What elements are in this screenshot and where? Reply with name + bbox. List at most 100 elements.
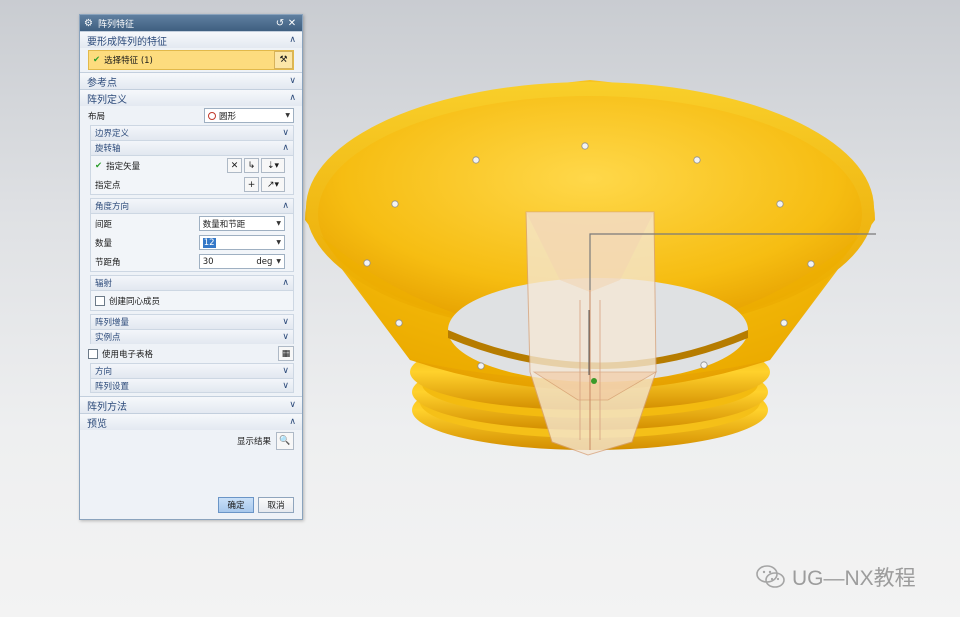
spreadsheet-row: 使用电子表格 ▦ <box>80 344 302 363</box>
chevron-up-icon: ∧ <box>289 93 296 103</box>
subsection-label: 阵列设置 <box>95 381 130 392</box>
cancel-button[interactable]: 取消 <box>258 497 294 513</box>
chevron-down-icon: ∨ <box>282 332 289 342</box>
layout-value: 圆形 <box>219 111 237 122</box>
subsection-label: 边界定义 <box>95 129 130 139</box>
specify-vector-label: 指定矢量 <box>106 161 141 172</box>
subsection-radiate[interactable]: 辐射 ∧ <box>90 275 294 290</box>
subsection-label: 实例点 <box>95 333 121 343</box>
create-concentric-label: 创建同心成员 <box>109 296 161 307</box>
pitch-angle-input[interactable]: 30 deg ▼ <box>198 254 285 269</box>
show-result-row: 显示结果 🔍 <box>80 430 302 452</box>
point-dialog-icon[interactable]: + <box>244 177 259 192</box>
reverse-direction-icon[interactable]: ✕ <box>227 158 242 173</box>
chevron-down-icon: ∨ <box>282 317 289 327</box>
subsection-pattern-settings[interactable]: 阵列设置 ∨ <box>90 378 294 393</box>
magnifier-icon[interactable]: 🔍 <box>276 432 294 450</box>
watermark: UG—NX教程 <box>756 562 916 592</box>
chevron-down-icon: ▼ <box>285 112 290 119</box>
point-type-icon[interactable]: ↗▾ <box>261 177 285 192</box>
subsection-label: 旋转轴 <box>95 144 121 154</box>
section-pattern-definition[interactable]: 阵列定义 ∧ <box>80 89 302 106</box>
specify-point-row: 指定点 + ↗▾ <box>91 175 293 194</box>
dialog-title: 阵列特征 <box>97 19 134 30</box>
chevron-up-icon: ∧ <box>282 143 289 153</box>
subsection-instance-point[interactable]: 实例点 ∨ <box>90 329 294 344</box>
close-icon[interactable]: ✕ <box>286 18 298 29</box>
vector-type-icon[interactable]: ⇣▾ <box>261 158 285 173</box>
section-preview[interactable]: 预览 ∧ <box>80 413 302 430</box>
chevron-up-icon: ∧ <box>289 417 296 427</box>
section-label: 阵列方法 <box>87 401 127 413</box>
select-feature-label: 选择特征 (1) <box>104 56 153 66</box>
chevron-down-icon: ▼ <box>276 258 281 265</box>
subsection-pattern-increment[interactable]: 阵列增量 ∨ <box>90 314 294 329</box>
section-label: 预览 <box>87 418 107 430</box>
reset-icon[interactable]: ↺ <box>274 18 286 29</box>
circle-icon <box>208 111 216 120</box>
checkmark-icon: ✔ <box>95 160 103 171</box>
subsection-boundary-definition[interactable]: 边界定义 ∨ <box>90 125 294 140</box>
chevron-down-icon: ∨ <box>282 128 289 138</box>
chevron-down-icon: ▼ <box>276 239 281 246</box>
subsection-label: 辐射 <box>95 279 113 289</box>
subsection-label: 阵列增量 <box>95 318 130 328</box>
chevron-down-icon: ∨ <box>289 400 296 410</box>
chevron-up-icon: ∧ <box>282 201 289 211</box>
pitch-angle-label: 节距角 <box>95 257 121 268</box>
layout-row: 布局 圆形 ▼ <box>80 106 302 125</box>
chevron-up-icon: ∧ <box>282 278 289 288</box>
wechat-icon <box>756 565 785 588</box>
chevron-down-icon: ∨ <box>282 380 289 391</box>
rotation-axis-group: ✔ 指定矢量 ✕ ↳ ⇣▾ 指定点 + ↗▾ <box>90 155 294 195</box>
angle-direction-group: 间距 数量和节距 ▼ 数量 12 ▼ 节距角 30 deg ▼ <box>90 213 294 272</box>
count-row: 数量 12 ▼ <box>91 233 293 252</box>
chevron-down-icon: ∨ <box>282 366 289 376</box>
select-feature-row[interactable]: ✔ 选择特征 (1) ⚒ <box>88 50 294 70</box>
spacing-label: 间距 <box>95 219 113 230</box>
pitch-angle-row: 节距角 30 deg ▼ <box>91 252 293 271</box>
vector-dialog-icon[interactable]: ↳ <box>244 158 259 173</box>
spacing-select[interactable]: 数量和节距 ▼ <box>198 216 285 231</box>
section-reference-point[interactable]: 参考点 ∨ <box>80 72 302 89</box>
chevron-up-icon: ∧ <box>289 35 296 45</box>
spacing-value: 数量和节距 <box>202 219 246 230</box>
spacing-row: 间距 数量和节距 ▼ <box>91 214 293 233</box>
checkmark-icon: ✔ <box>93 55 101 65</box>
subsection-orientation[interactable]: 方向 ∨ <box>90 363 294 378</box>
count-input[interactable]: 12 ▼ <box>198 235 285 250</box>
chevron-down-icon: ∨ <box>289 76 296 86</box>
subsection-label: 方向 <box>95 367 113 377</box>
concentric-row: 创建同心成员 <box>91 291 293 310</box>
count-label: 数量 <box>95 238 113 249</box>
specify-vector-row: ✔ 指定矢量 ✕ ↳ ⇣▾ <box>91 156 293 175</box>
subsection-rotation-axis[interactable]: 旋转轴 ∧ <box>90 140 294 155</box>
select-feature-icon[interactable]: ⚒ <box>274 51 293 69</box>
subsection-angle-direction[interactable]: 角度方向 ∧ <box>90 198 294 213</box>
pattern-feature-preview <box>525 211 658 456</box>
gear-icon: ⚙ <box>84 17 93 29</box>
dialog-title-bar[interactable]: ⚙ 阵列特征 ↺ ✕ <box>80 15 302 31</box>
specify-point-label: 指定点 <box>95 180 121 191</box>
pitch-angle-unit: deg <box>256 256 273 267</box>
radiate-group: 创建同心成员 <box>90 290 294 311</box>
section-pattern-method[interactable]: 阵列方法 ∨ <box>80 396 302 413</box>
pitch-angle-value: 30 <box>202 256 214 267</box>
layout-label: 布局 <box>88 111 106 122</box>
spreadsheet-icon[interactable]: ▦ <box>278 346 294 361</box>
dialog-button-bar: 确定 取消 <box>218 497 294 513</box>
count-value: 12 <box>202 237 216 248</box>
use-spreadsheet-checkbox[interactable] <box>88 348 98 359</box>
section-features-to-pattern[interactable]: 要形成阵列的特征 ∧ <box>80 31 302 48</box>
subsection-label: 角度方向 <box>95 202 130 212</box>
layout-select[interactable]: 圆形 ▼ <box>204 108 294 123</box>
section-label: 参考点 <box>87 77 117 89</box>
section-label: 阵列定义 <box>87 94 127 106</box>
ok-button[interactable]: 确定 <box>218 497 254 513</box>
create-concentric-checkbox[interactable] <box>95 295 105 306</box>
section-label: 要形成阵列的特征 <box>87 36 167 48</box>
watermark-text: UG—NX教程 <box>792 567 916 590</box>
use-spreadsheet-label: 使用电子表格 <box>102 349 154 360</box>
chevron-down-icon: ▼ <box>276 220 281 227</box>
show-result-label: 显示结果 <box>236 437 271 447</box>
